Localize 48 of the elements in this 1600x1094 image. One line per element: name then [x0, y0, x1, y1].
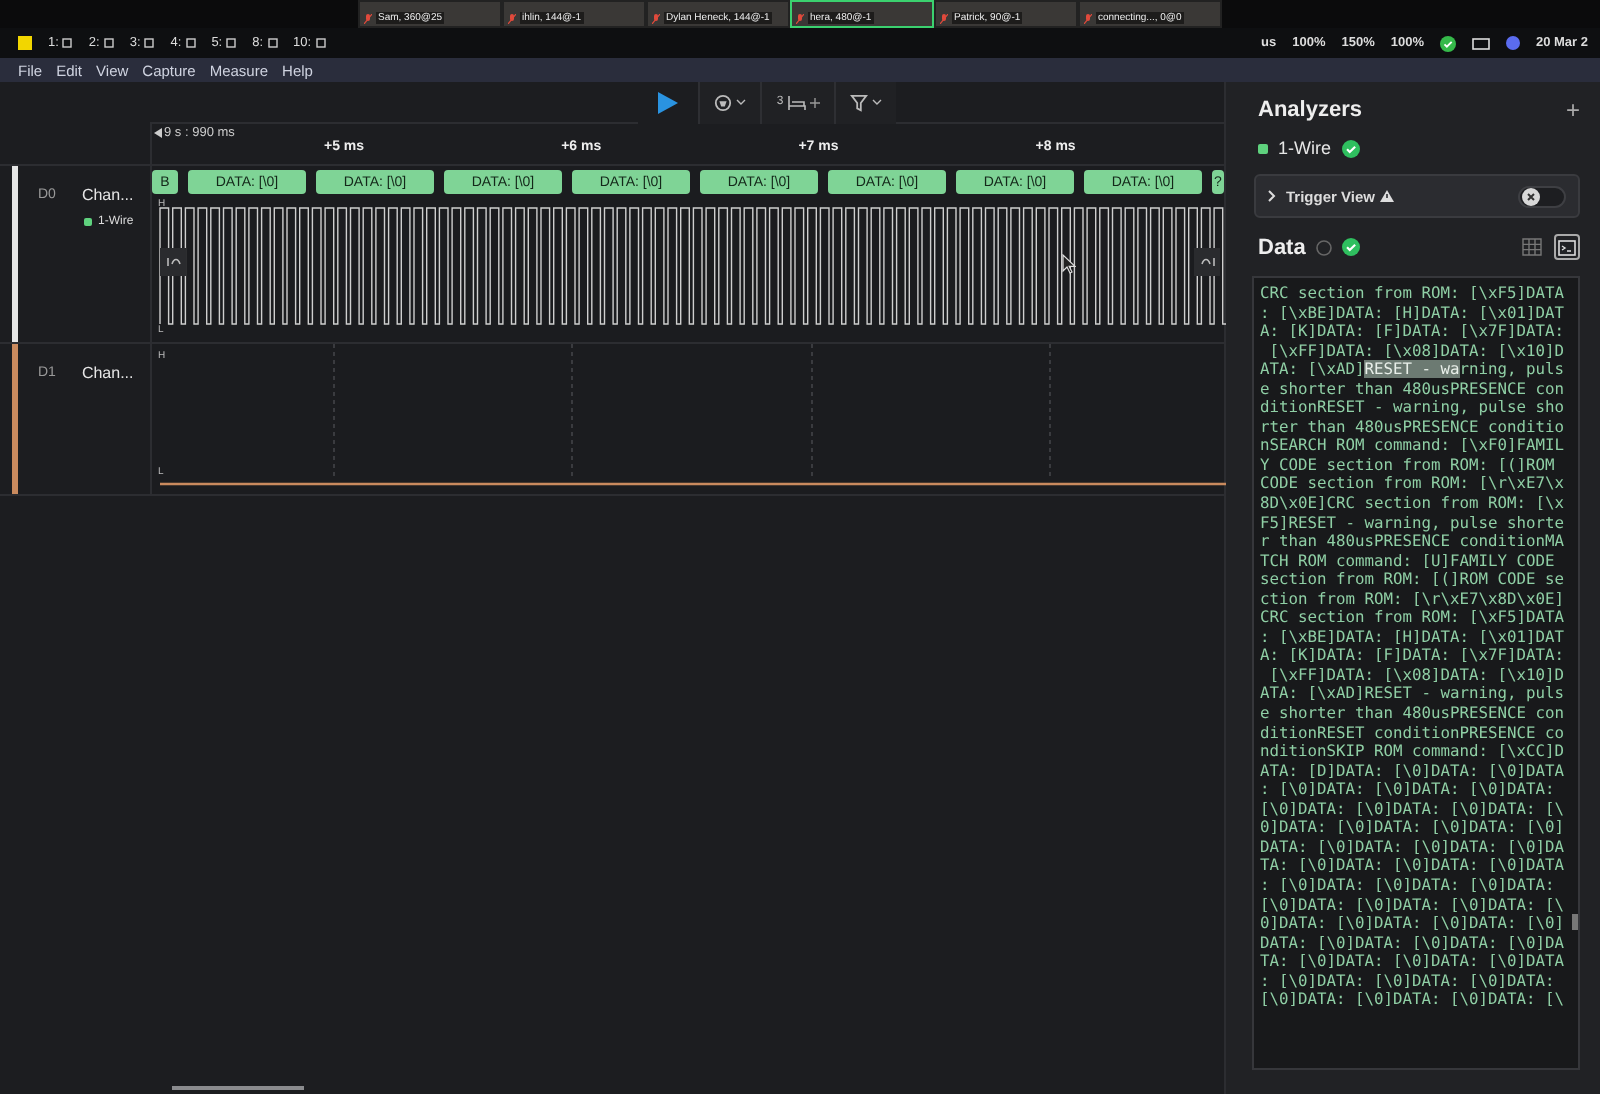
device-icon: [714, 93, 733, 111]
channel-name[interactable]: Chan...: [81, 364, 134, 382]
play-icon: [658, 91, 679, 113]
chevron-down-icon: [736, 98, 747, 106]
device-dropdown-button[interactable]: [698, 81, 761, 123]
funnel-icon: [849, 93, 868, 111]
help-icon[interactable]: [1315, 239, 1332, 255]
trigger-toggle[interactable]: [1518, 185, 1566, 207]
window-icon: [103, 38, 114, 48]
plus-icon: [809, 97, 820, 107]
window-icon: [185, 38, 196, 48]
jump-left-button[interactable]: [160, 248, 186, 276]
close-icon: [1526, 191, 1536, 201]
mic-off-icon: [1084, 14, 1092, 24]
jump-right-icon: [1199, 256, 1215, 268]
mic-off-icon: [796, 14, 804, 24]
terminal-icon: [1558, 239, 1576, 255]
chevron-right-icon[interactable]: [1268, 190, 1276, 202]
window-icon: [315, 38, 326, 48]
table-view-button[interactable]: [1518, 234, 1544, 260]
scrollbar-thumb[interactable]: [1572, 914, 1578, 930]
mic-off-icon: [652, 14, 660, 24]
scrollbar-thumb[interactable]: [172, 1086, 304, 1090]
window-icon: [226, 38, 237, 48]
triangle-left-icon: [154, 127, 162, 137]
trigger-dropdown-button[interactable]: [833, 81, 896, 123]
jump-left-icon: [165, 256, 181, 268]
tray-check-icon[interactable]: [1439, 35, 1456, 51]
add-analyzer-button[interactable]: +: [1565, 98, 1580, 122]
mouse-cursor-icon: [1062, 254, 1076, 274]
tray-circle-icon[interactable]: [1505, 36, 1520, 50]
keyboard-icon[interactable]: [1471, 37, 1490, 49]
table-icon: [1521, 238, 1541, 256]
chevron-down-icon: [871, 98, 882, 106]
window-icon: [144, 38, 155, 48]
jump-right-button[interactable]: [1194, 248, 1220, 276]
warning-icon: [1380, 190, 1395, 202]
channel-name[interactable]: Chan...: [81, 186, 134, 204]
mic-off-icon: [508, 14, 516, 24]
panel-title: Data: [1258, 235, 1306, 259]
mic-off-icon: [940, 14, 948, 24]
analyzer-name[interactable]: 1-Wire: [1278, 138, 1331, 158]
marker-icon: [787, 95, 806, 109]
mic-off-icon: [364, 14, 372, 24]
window-icon: [267, 38, 278, 48]
window-icon: [62, 38, 73, 48]
panel-title: Analyzers: [1258, 98, 1362, 122]
terminal-view-button[interactable]: [1554, 234, 1580, 260]
